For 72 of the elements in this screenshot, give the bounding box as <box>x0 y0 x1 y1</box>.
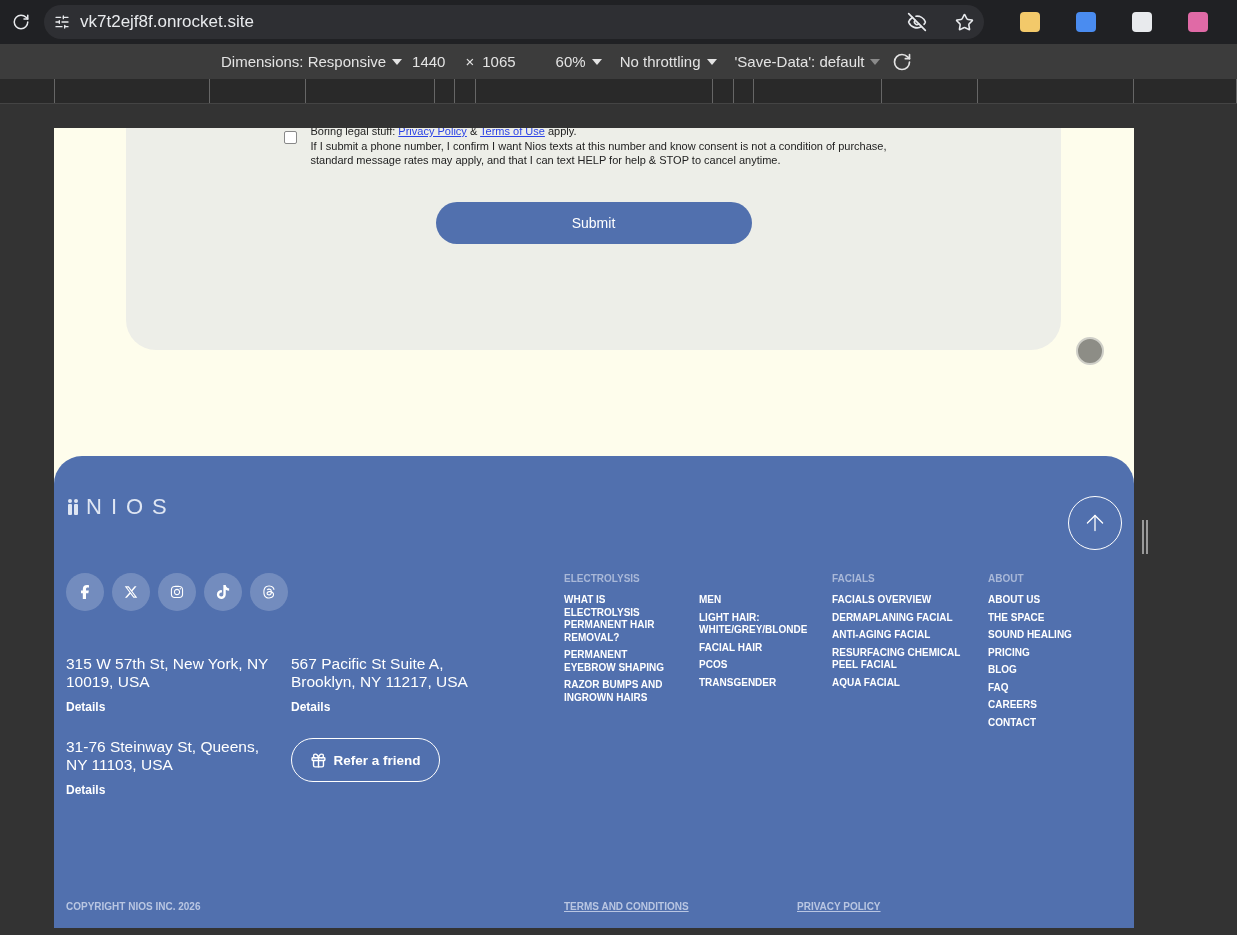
width-field[interactable]: 1440 <box>412 53 446 70</box>
footer-link[interactable]: FAQ <box>988 681 1100 694</box>
instagram-icon <box>170 585 184 599</box>
reload-icon[interactable] <box>12 13 30 31</box>
submit-button[interactable]: Submit <box>435 201 752 244</box>
save-data-dropdown[interactable]: 'Save-Data': default <box>734 53 881 70</box>
footer-link[interactable]: DERMAPLANING FACIAL <box>832 611 980 624</box>
extension-icon[interactable] <box>1020 12 1040 32</box>
x-icon <box>124 585 138 599</box>
footer-link[interactable]: WHAT IS ELECTROLYSIS PERMANENT HAIR REMOVAL? <box>564 594 669 644</box>
address-bar[interactable]: vk7t2ejf8f.onrocket.site <box>44 5 984 39</box>
footer-link[interactable]: BLOG <box>988 664 1100 677</box>
privacy-link[interactable]: PRIVACY POLICY <box>797 901 881 912</box>
throttling-dropdown[interactable]: No throttling <box>619 53 717 70</box>
gift-icon <box>310 751 328 769</box>
address-text: 315 W 57th St, New York, NY 10019, USA <box>66 655 270 691</box>
address-text: 567 Pacific St Suite A, Brooklyn, NY 11217, USA <box>291 655 469 691</box>
address-text: 31-76 Steinway St, Queens, NY 11103, USA <box>66 738 260 774</box>
legal-text: Boring legal stuff: Privacy Policy & Terms of Use apply. <box>310 128 578 139</box>
footer-link[interactable]: SOUND HEALING <box>988 629 1100 642</box>
logo-text: NIOS <box>86 494 176 520</box>
footer-link[interactable]: MEN <box>699 594 824 607</box>
threads-icon <box>262 585 276 599</box>
details-link[interactable]: Details <box>291 700 481 714</box>
tiktok-icon <box>216 585 230 599</box>
footer-link[interactable]: THE SPACE <box>988 611 1100 624</box>
footer-link[interactable]: CAREERS <box>988 699 1100 712</box>
footer-link[interactable]: FACIALS OVERVIEW <box>832 594 980 607</box>
dimensions-dropdown[interactable]: Dimensions: Responsive <box>221 53 403 70</box>
consent-checkbox[interactable] <box>283 131 297 144</box>
footer-link[interactable]: RESURFACING CHEMICAL PEEL FACIAL <box>832 646 980 672</box>
x-button[interactable] <box>112 573 150 611</box>
facebook-button[interactable] <box>66 573 104 611</box>
eye-off-icon[interactable] <box>907 12 927 32</box>
sms-consent-text: If I submit a phone number, I confirm I want Nios texts at this number and know consent is not a condition of purchase, standard message rates may apply, and that I can text HELP for help & STOP to cancel anytime. <box>310 138 888 168</box>
menu-heading: FACIALS <box>832 573 876 585</box>
footer-link[interactable]: PRICING <box>988 646 1100 659</box>
footer-link[interactable]: ANTI-AGING FACIAL <box>832 629 980 642</box>
terms-link[interactable]: TERMS AND CONDITIONS <box>564 901 797 912</box>
facebook-icon <box>78 585 92 599</box>
rotate-icon[interactable] <box>892 51 913 72</box>
floating-circle-button[interactable] <box>1076 337 1104 365</box>
copyright-text: COPYRIGHT NIOS INC. 2026 <box>66 901 202 912</box>
footer-link[interactable]: ABOUT US <box>988 594 1100 607</box>
logo-figures-icon <box>66 498 80 516</box>
footer-link[interactable]: FACIAL HAIR <box>699 641 824 654</box>
tiktok-button[interactable] <box>204 573 242 611</box>
zoom-dropdown[interactable]: 60% <box>555 53 602 70</box>
resize-handle[interactable] <box>1142 520 1148 554</box>
threads-button[interactable] <box>250 573 288 611</box>
site-settings-icon[interactable] <box>54 14 70 30</box>
footer-link[interactable]: CONTACT <box>988 716 1100 729</box>
menu-heading: ABOUT <box>988 573 1025 585</box>
footer-link[interactable]: RAZOR BUMPS AND INGROWN HAIRS <box>564 679 669 704</box>
extension-icon[interactable] <box>1132 12 1152 32</box>
menu-heading: ELECTROLYSIS <box>564 573 641 585</box>
footer-link[interactable]: PCOS <box>699 659 824 672</box>
privacy-policy-link[interactable]: Privacy Policy <box>398 128 467 137</box>
footer-link[interactable]: PERMANENT EYEBROW SHAPING <box>564 649 669 674</box>
terms-of-use-link[interactable]: Terms of Use <box>480 128 545 137</box>
bookmark-star-icon[interactable] <box>955 12 974 32</box>
extension-icon[interactable] <box>1188 12 1208 32</box>
extension-icon[interactable] <box>1076 12 1096 32</box>
details-link[interactable]: Details <box>66 783 278 797</box>
footer-link[interactable]: TRANSGENDER <box>699 676 824 689</box>
details-link[interactable]: Details <box>66 700 278 714</box>
height-field[interactable]: 1065 <box>482 53 516 70</box>
url-text: vk7t2ejf8f.onrocket.site <box>80 12 255 32</box>
times-sign: × <box>465 53 475 70</box>
footer-link[interactable]: AQUA FACIAL <box>832 676 980 689</box>
instagram-button[interactable] <box>158 573 196 611</box>
footer-link[interactable]: LIGHT HAIR: WHITE/GREY/BLONDE <box>699 611 824 637</box>
